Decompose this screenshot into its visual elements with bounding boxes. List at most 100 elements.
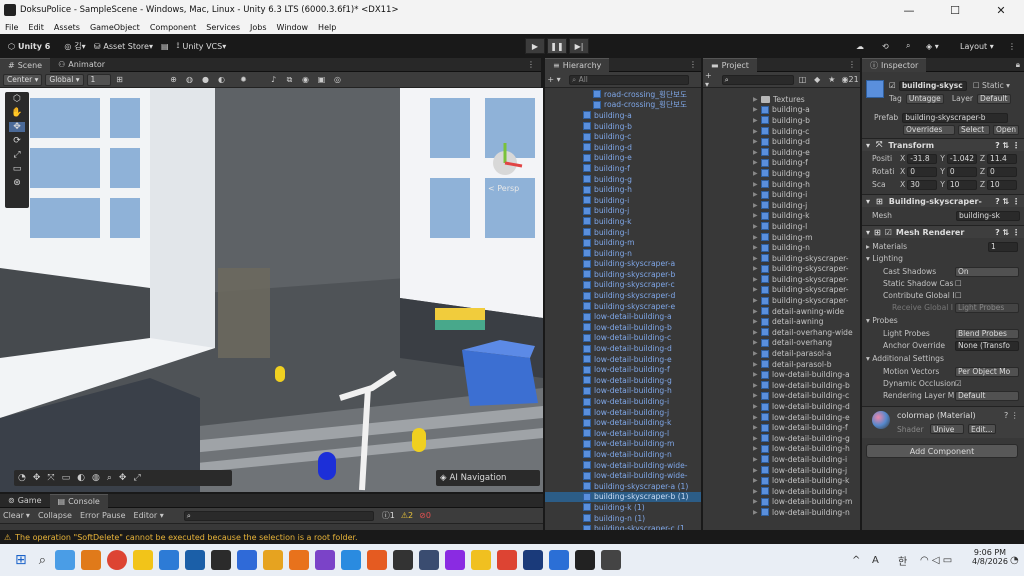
expand-arrow-icon[interactable]: ▶ (753, 297, 761, 304)
project-item[interactable]: ▶ building-h (703, 179, 860, 190)
hierarchy-item[interactable]: low-detail-building-l (545, 428, 701, 439)
hierarchy-item[interactable]: low-detail-building-j (545, 407, 701, 418)
hierarchy-item[interactable]: road-crossing_횡단보도 (545, 89, 701, 100)
gizmos-icon[interactable]: ◎ (331, 74, 345, 86)
tab-inspector[interactable]: ⓘ Inspector (862, 57, 927, 72)
asset-store-button[interactable]: ⛁ Asset Store ▾ (90, 38, 157, 54)
object-name-field[interactable]: building-skysc (898, 80, 967, 91)
panel-menu-icon[interactable]: ⋮ (527, 60, 535, 69)
project-item[interactable]: ▶ detail-parasol-a (703, 348, 860, 359)
search-icon[interactable]: ⌕ (39, 553, 46, 568)
lock-icon[interactable]: 🔒︎ (1016, 60, 1020, 70)
menu-component[interactable]: Component (145, 23, 201, 32)
overlay-tool-icon[interactable]: ▭ (62, 473, 71, 483)
expand-arrow-icon[interactable]: ▶ (753, 498, 761, 505)
rotate-tool-icon[interactable]: ⟳ (13, 136, 21, 146)
expand-arrow-icon[interactable]: ▶ (753, 265, 761, 272)
ai-navigation-overlay[interactable]: ◈ AI Navigation (436, 470, 540, 486)
hierarchy-item[interactable]: low-detail-building-g (545, 375, 701, 386)
app-icon[interactable] (367, 550, 388, 570)
hierarchy-item[interactable]: low-detail-building-wide- (545, 460, 701, 471)
project-item[interactable]: ▶ low-detail-building-b (703, 380, 860, 391)
contribute-gi-checkbox[interactable]: ☐ (955, 291, 962, 300)
lighting-toggle-icon[interactable]: ✹ (237, 74, 251, 86)
hierarchy-search-input[interactable]: ⌕ All (569, 74, 689, 85)
expand-arrow-icon[interactable]: ▶ (753, 488, 761, 495)
expand-arrow-icon[interactable]: ▶ (753, 392, 761, 399)
overlay-tool-icon[interactable]: ◔ (18, 473, 26, 483)
hierarchy-item[interactable]: road-crossing_횡단보도 (545, 100, 701, 111)
collapse-button[interactable]: Collapse (38, 511, 72, 520)
hierarchy-item[interactable]: building-k (545, 216, 701, 227)
folder-icon[interactable] (263, 550, 284, 570)
clear-button[interactable]: Clear (3, 511, 24, 520)
component-menu-icon[interactable]: ? ⇅ ⋮ (995, 141, 1020, 150)
project-item[interactable]: ▶ low-detail-building-g (703, 433, 860, 444)
expand-arrow-icon[interactable]: ▶ (753, 117, 761, 124)
mail-icon[interactable] (159, 550, 180, 570)
layer-dropdown[interactable]: Default (977, 93, 1012, 104)
cloud-icon[interactable]: ☁ (852, 38, 868, 54)
rendering-layer-dropdown[interactable]: Default (955, 390, 1019, 401)
hierarchy-item[interactable]: building-h (545, 184, 701, 195)
mesh-filter-header[interactable]: Building-skyscraper- (889, 197, 982, 206)
play-button[interactable]: ▶ (525, 38, 545, 54)
hierarchy-item[interactable]: building-skyscraper-c (545, 280, 701, 291)
step-button[interactable]: ▶| (569, 38, 589, 54)
shaded-icon[interactable]: ● (199, 74, 213, 86)
expand-arrow-icon[interactable]: ▶ (753, 223, 761, 230)
panel-menu-icon[interactable]: ⋮ (848, 60, 856, 69)
status-message[interactable]: The operation "SoftDelete" cannot be exe… (15, 533, 357, 542)
materials-count-field[interactable]: 1 (988, 241, 1018, 252)
kakaotalk-icon[interactable] (133, 550, 154, 570)
hierarchy-item[interactable]: building-j (545, 206, 701, 217)
project-item[interactable]: ▶ low-detail-building-l (703, 486, 860, 497)
hierarchy-item[interactable]: building-skyscraper-d (545, 290, 701, 301)
project-item[interactable]: ▶ detail-overhang (703, 338, 860, 349)
hierarchy-item[interactable]: building-b (545, 121, 701, 132)
project-item[interactable]: ▶ detail-overhang-wide (703, 327, 860, 338)
wireframe-icon[interactable]: ◍ (183, 74, 197, 86)
view-options-icon[interactable]: ⬡ (13, 94, 21, 104)
project-item[interactable]: ▶ low-detail-building-n (703, 507, 860, 518)
hand-tool-icon[interactable]: ✋ (11, 108, 22, 118)
hierarchy-item[interactable]: building-k (1) (545, 502, 701, 513)
expand-arrow-icon[interactable]: ▶ (753, 371, 761, 378)
expand-arrow-icon[interactable]: ▶ (753, 350, 761, 357)
app-icon[interactable] (497, 550, 518, 570)
menu-edit[interactable]: Edit (23, 23, 49, 32)
expand-arrow-icon[interactable]: ▶ (753, 170, 761, 177)
menu-dots-icon[interactable]: ⋮ (1004, 38, 1020, 54)
panel-menu-icon[interactable]: ⋮ (689, 60, 697, 69)
package-icon[interactable]: ▤ (157, 38, 173, 54)
hierarchy-item[interactable]: building-skyscraper-a (545, 259, 701, 270)
hierarchy-item[interactable]: low-detail-building-k (545, 417, 701, 428)
overlay-tool-icon[interactable]: ✥ (119, 473, 127, 483)
tag-dropdown[interactable]: Untagge (905, 93, 944, 104)
tray-chevron-icon[interactable]: ^ (852, 555, 860, 566)
edge-icon[interactable] (185, 550, 206, 570)
light-probes-dropdown[interactable]: Blend Probes (955, 328, 1019, 339)
filter-icon[interactable]: ◫ (796, 74, 809, 86)
edit-shader-button[interactable]: Edit... (968, 424, 996, 434)
overlay-tool-icon[interactable]: ⤧ (47, 473, 54, 483)
warning-count[interactable]: ⚠2 (401, 511, 413, 520)
sticky-notes-icon[interactable] (471, 550, 492, 570)
expand-arrow-icon[interactable]: ▶ (753, 308, 761, 315)
project-search-input[interactable]: ⌕ (721, 74, 795, 85)
active-checkbox[interactable]: ☑ (889, 81, 896, 90)
expand-arrow-icon[interactable]: ▶ (753, 181, 761, 188)
materials-foldout[interactable]: ▸ Materials (866, 242, 988, 251)
hierarchy-item[interactable]: building-a (545, 110, 701, 121)
scale-tool-icon[interactable]: ⤢ (13, 150, 20, 160)
hierarchy-item[interactable]: building-f (545, 163, 701, 174)
hidden-packages-icon[interactable]: ◉ 21 (840, 74, 860, 86)
add-icon[interactable]: + ▾ (547, 74, 561, 86)
expand-arrow-icon[interactable]: ▶ (753, 286, 761, 293)
history-icon[interactable]: ⟲ (878, 38, 893, 54)
expand-arrow-icon[interactable]: ▶ (753, 361, 761, 368)
search-icon[interactable]: ⌕ (902, 38, 914, 54)
vscode-icon[interactable] (341, 550, 362, 570)
scale-x-field[interactable]: 30 (907, 179, 938, 190)
transform-tool-icon[interactable]: ⊛ (13, 178, 21, 188)
